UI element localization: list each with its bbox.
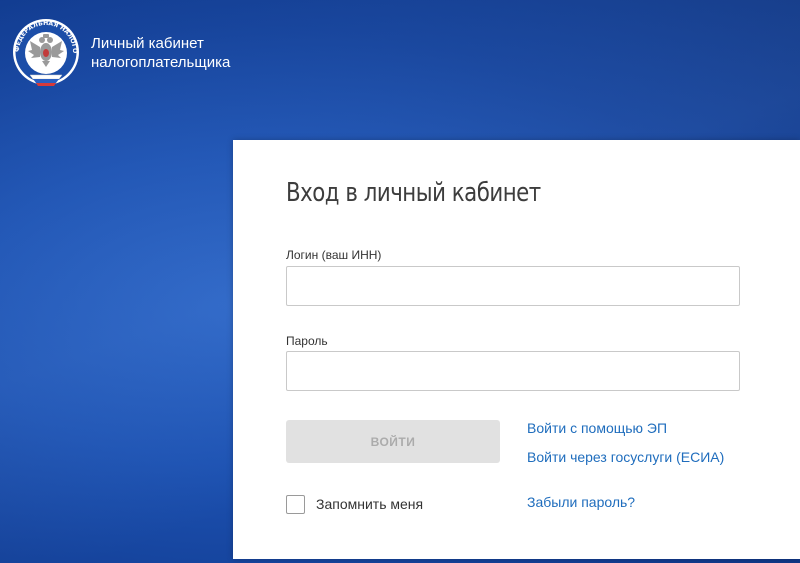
login-title: Вход в личный кабинет	[286, 178, 541, 208]
password-label: Пароль	[286, 334, 328, 348]
password-input[interactable]	[286, 351, 740, 391]
cabinet-title-line2: налогоплательщика	[91, 54, 231, 71]
login-input[interactable]	[286, 266, 740, 306]
remember-me[interactable]: Запомнить меня	[286, 493, 423, 515]
login-button[interactable]: ВОЙТИ	[286, 420, 500, 463]
fns-emblem-icon: ФЕДЕРАЛЬНАЯ НАЛОГОВАЯ СЛУЖБА	[8, 12, 79, 86]
cabinet-title-line1: Личный кабинет	[91, 35, 204, 52]
forgot-password-link[interactable]: Забыли пароль?	[527, 494, 635, 510]
remember-label: Запомнить меня	[316, 496, 424, 512]
login-label: Логин (ваш ИНН)	[286, 248, 382, 262]
ep-login-link[interactable]: Войти с помощью ЭП	[527, 420, 667, 436]
remember-checkbox[interactable]	[286, 494, 305, 514]
login-card: Вход в личный кабинет Логин (ваш ИНН) Па…	[233, 140, 800, 559]
cabinet-title: Личный кабинет налогоплательщика	[91, 34, 291, 72]
fns-logo: ФЕДЕРАЛЬНАЯ НАЛОГОВАЯ СЛУЖБА	[8, 12, 80, 87]
esia-login-link[interactable]: Войти через госуслуги (ЕСИА)	[527, 449, 724, 465]
login-page: ФЕДЕРАЛЬНАЯ НАЛОГОВАЯ СЛУЖБА Личный каби…	[0, 0, 800, 563]
